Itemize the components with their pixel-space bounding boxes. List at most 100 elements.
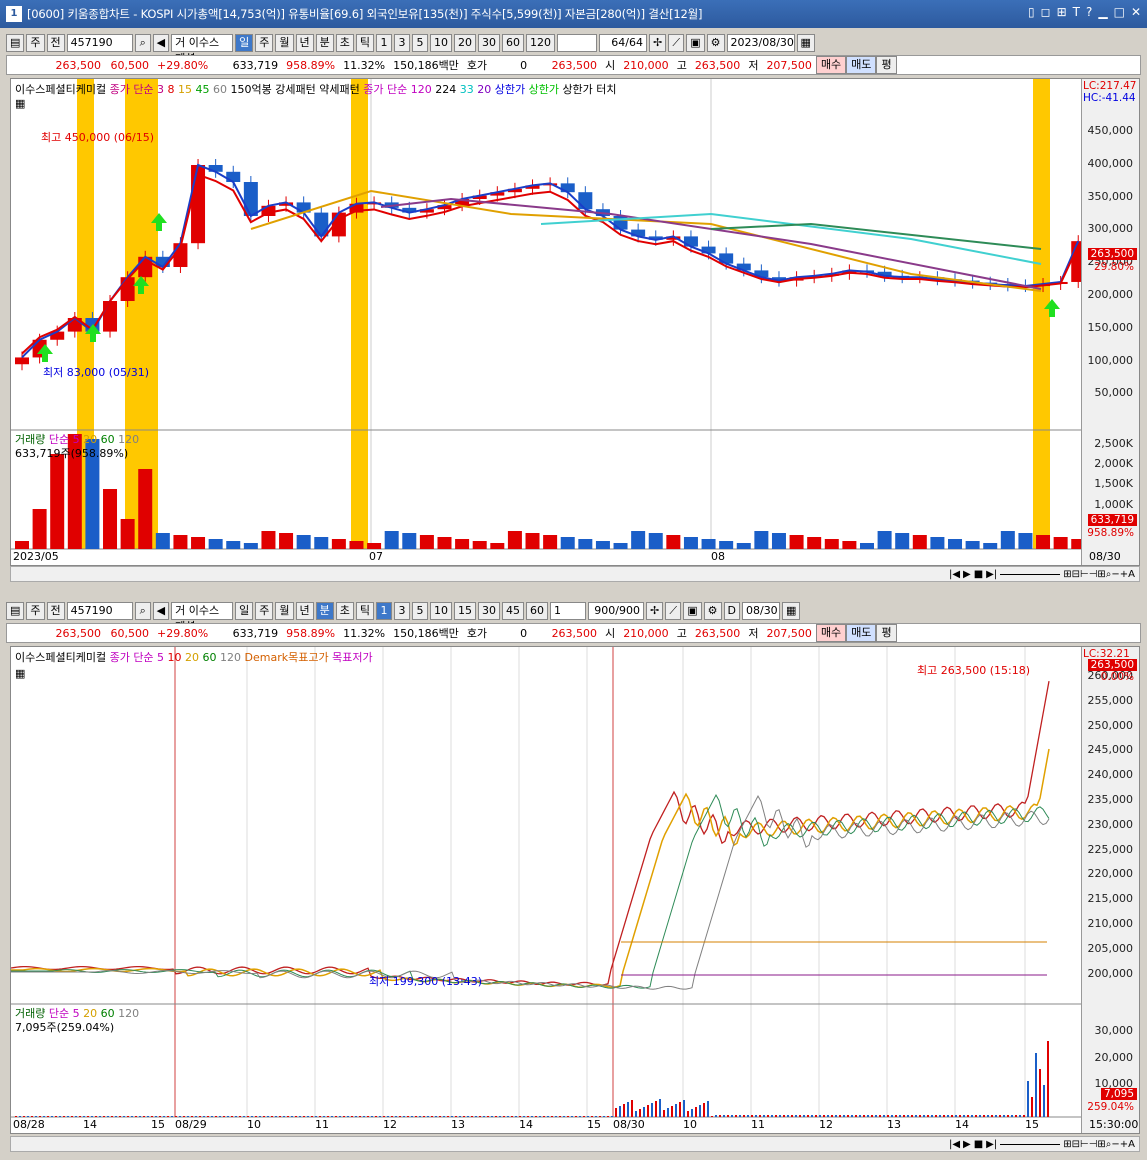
- top-num-5[interactable]: 5: [412, 34, 428, 52]
- chart-tools-icon[interactable]: ⊞⊟⊢⊣⊞⌕−+A: [1063, 1139, 1135, 1150]
- save-icon[interactable]: ▣: [683, 602, 702, 620]
- zoom-slider[interactable]: [1000, 573, 1061, 575]
- bottom-num-3[interactable]: 3: [394, 602, 410, 620]
- bottom-grid-icon[interactable]: ▦: [15, 667, 25, 680]
- bottom-scroll-bar[interactable]: |◀ ▶ ■ ▶| ⊞⊟⊢⊣⊞⌕−+A: [10, 1136, 1140, 1152]
- bottom-period-day[interactable]: 일: [235, 602, 254, 620]
- bottom-scope-select[interactable]: 전: [46, 602, 65, 620]
- bottom-period-tick[interactable]: 틱: [355, 602, 374, 620]
- gear-icon[interactable]: ⚙: [706, 34, 725, 52]
- legend-item[interactable]: 60: [203, 651, 221, 664]
- legend-item[interactable]: Demark목표고가: [245, 651, 333, 664]
- legend-item[interactable]: 상한가: [495, 83, 529, 96]
- top-mode-select[interactable]: 주: [26, 34, 45, 52]
- minimize-icon[interactable]: ▁: [1098, 5, 1107, 19]
- bottom-date-input[interactable]: 08/30: [741, 602, 780, 620]
- scroll-left-icon[interactable]: |◀: [949, 1139, 960, 1150]
- bottom-stock-name[interactable]: 거 이수스페셜: [171, 602, 234, 633]
- stop-icon[interactable]: ■: [974, 1139, 983, 1150]
- legend-item[interactable]: 10: [168, 651, 186, 664]
- top-num-120[interactable]: 120: [526, 34, 555, 52]
- legend-item[interactable]: 약세패턴: [319, 83, 363, 96]
- bottom-period-month[interactable]: 월: [275, 602, 294, 620]
- bottom-buy-button[interactable]: 매수: [815, 624, 847, 642]
- bottom-count-input[interactable]: 900/900: [588, 602, 644, 620]
- restore-icon[interactable]: ◻: [1041, 5, 1051, 19]
- play-icon[interactable]: ▶: [963, 1139, 971, 1150]
- bottom-period-year[interactable]: 년: [295, 602, 314, 620]
- close-icon[interactable]: ✕: [1131, 5, 1141, 19]
- legend-item[interactable]: 상한가 터치: [562, 83, 616, 96]
- legend-item[interactable]: 이수스페셜티케미컬: [15, 83, 110, 96]
- bottom-period-second[interactable]: 초: [335, 602, 354, 620]
- bottom-period-week[interactable]: 주: [255, 602, 274, 620]
- bottom-num-45[interactable]: 45: [502, 602, 524, 620]
- legend-item[interactable]: 33: [460, 83, 478, 96]
- bottom-code-input[interactable]: 457190: [66, 602, 133, 620]
- legend-item[interactable]: 8: [168, 83, 179, 96]
- top-sell-button[interactable]: 매도: [846, 56, 877, 74]
- tool-icon[interactable]: ⟋: [668, 34, 685, 52]
- top-buy-button[interactable]: 매수: [815, 56, 847, 74]
- bottom-num-10[interactable]: 10: [430, 602, 452, 620]
- legend-item[interactable]: 15: [178, 83, 196, 96]
- bottom-sell-button[interactable]: 매도: [846, 624, 877, 642]
- speaker-icon[interactable]: ◀: [152, 34, 170, 52]
- top-stock-name[interactable]: 거 이수스페셜: [171, 34, 234, 65]
- top-unit-input[interactable]: [557, 34, 597, 52]
- top-period-tick[interactable]: 틱: [355, 34, 374, 52]
- legend-item[interactable]: 종가 단순 3: [110, 83, 168, 96]
- top-period-month[interactable]: 월: [275, 34, 294, 52]
- calendar-icon[interactable]: ▦: [796, 34, 815, 52]
- legend-item[interactable]: 상한가: [529, 83, 563, 96]
- bottom-num-30[interactable]: 30: [478, 602, 500, 620]
- bottom-mode-select[interactable]: 주: [26, 602, 45, 620]
- top-period-day[interactable]: 일: [235, 34, 254, 52]
- legend-item[interactable]: 20: [477, 83, 495, 96]
- legend-item[interactable]: 150억봉 강세패턴: [231, 83, 320, 96]
- legend-item[interactable]: 120: [220, 651, 245, 664]
- top-scope-select[interactable]: 전: [46, 34, 65, 52]
- bottom-period-minute[interactable]: 분: [315, 602, 334, 620]
- legend-item[interactable]: 종가 단순 120: [363, 83, 435, 96]
- top-scroll-bar[interactable]: |◀ ▶ ■ ▶| ⊞⊟⊢⊣⊞⌕−+A: [10, 566, 1140, 582]
- help-icon[interactable]: ?: [1086, 5, 1092, 19]
- top-num-20[interactable]: 20: [454, 34, 476, 52]
- legend-item[interactable]: 45: [196, 83, 214, 96]
- legend-item[interactable]: 224: [435, 83, 460, 96]
- top-period-week[interactable]: 주: [255, 34, 274, 52]
- crosshair-icon[interactable]: ✢: [646, 602, 664, 620]
- search-icon[interactable]: ⌕: [134, 602, 151, 620]
- gear-icon[interactable]: ⚙: [703, 602, 722, 620]
- legend-item[interactable]: 60: [213, 83, 231, 96]
- legend-item[interactable]: 이수스페셜티케미컬: [15, 651, 110, 664]
- bottom-d-checkbox[interactable]: D: [723, 602, 740, 620]
- chart-type-icon[interactable]: ▤: [6, 602, 25, 620]
- chart-tools-icon[interactable]: ⊞⊟⊢⊣⊞⌕−+A: [1063, 569, 1135, 580]
- fast-forward-icon[interactable]: ▶|: [986, 569, 997, 580]
- top-num-10[interactable]: 10: [430, 34, 452, 52]
- legend-item[interactable]: 120: [118, 1007, 139, 1020]
- legend-item[interactable]: 20: [185, 651, 203, 664]
- scroll-left-icon[interactable]: |◀: [949, 569, 960, 580]
- fast-forward-icon[interactable]: ▶|: [986, 1139, 997, 1150]
- bottom-unit-input[interactable]: 1: [550, 602, 586, 620]
- chart-type-icon[interactable]: ▤: [6, 34, 25, 52]
- top-period-year[interactable]: 년: [295, 34, 314, 52]
- top-num-3[interactable]: 3: [394, 34, 410, 52]
- bottom-num-15[interactable]: 15: [454, 602, 476, 620]
- bottom-num-60[interactable]: 60: [526, 602, 548, 620]
- speaker-icon[interactable]: ◀: [152, 602, 170, 620]
- tool-icon[interactable]: ⟋: [665, 602, 682, 620]
- stop-icon[interactable]: ■: [974, 569, 983, 580]
- bottom-num-1[interactable]: 1: [376, 602, 392, 620]
- top-num-30[interactable]: 30: [478, 34, 500, 52]
- bottom-num-5[interactable]: 5: [412, 602, 428, 620]
- bottom-avg-button[interactable]: 평: [876, 624, 897, 642]
- top-num-60[interactable]: 60: [502, 34, 524, 52]
- search-icon[interactable]: ⌕: [134, 34, 151, 52]
- top-count-input[interactable]: 64/64: [599, 34, 647, 52]
- legend-item[interactable]: 종가 단순 5: [110, 651, 168, 664]
- bottom-chart-pane[interactable]: 이수스페셜티케미컬 종가 단순 5 10 20 60 120 Demark목표고…: [10, 646, 1140, 1134]
- top-date-input[interactable]: 2023/08/30: [726, 34, 795, 52]
